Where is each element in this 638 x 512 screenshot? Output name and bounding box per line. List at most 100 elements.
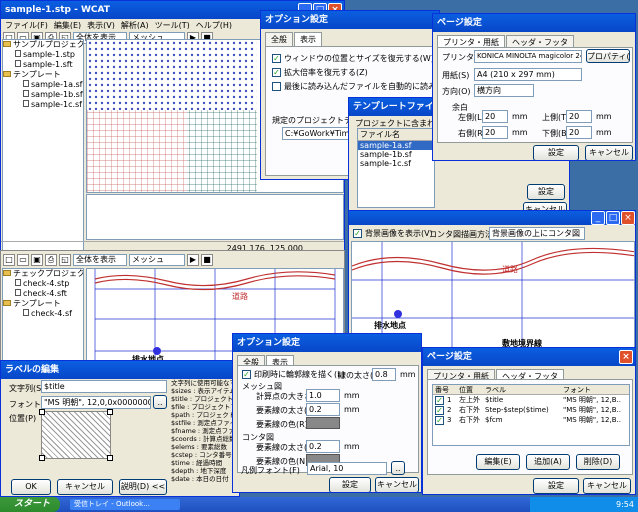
- page-titlebar[interactable]: ページ設定: [433, 14, 635, 32]
- restore-zoom-check[interactable]: ✓ 拡大倍率を復元する(Z): [272, 67, 368, 78]
- stop-icon[interactable]: ■: [201, 254, 213, 266]
- taskbar-item[interactable]: 受信トレイ - Outlook...: [70, 499, 180, 510]
- check-tree[interactable]: チェックプロジェクト check-4.stp check-4.sft テンプレー…: [2, 268, 84, 364]
- label-title: ラベルの編集: [5, 365, 60, 375]
- delete-button[interactable]: 削除(D): [576, 454, 620, 470]
- set-button[interactable]: 設定: [329, 477, 371, 492]
- table-row[interactable]: ✓ 2 右下外 Step-$step($time) "MS 明朝", 12,B..: [433, 405, 629, 415]
- option-titlebar[interactable]: オプション設定: [261, 11, 439, 29]
- restore-window-check[interactable]: ✓ ウィンドウの位置とサイズを復元する(W): [272, 53, 434, 64]
- mm-label: mm: [344, 391, 360, 400]
- var-item: $time : 経過時間: [171, 459, 223, 467]
- edit-button[interactable]: 編集(E): [476, 454, 520, 470]
- autoload-check[interactable]: 最後に読み込んだファイルを自動的に読み込む(F): [272, 81, 439, 92]
- set-button[interactable]: 設定: [533, 145, 579, 160]
- close-icon[interactable]: ×: [619, 350, 633, 364]
- option2-titlebar[interactable]: オプション設定: [233, 334, 421, 352]
- tree-file[interactable]: check-4.stp: [3, 279, 83, 289]
- var-item: $depth : 地下深度: [171, 467, 227, 475]
- font-browse-button[interactable]: ..: [391, 461, 405, 475]
- label-titlebar[interactable]: ラベルの編集: [1, 361, 239, 379]
- maximize-icon[interactable]: □: [606, 211, 620, 225]
- contour-method-select[interactable]: 背景画像の上にコンタ図: [489, 227, 585, 240]
- preview-icon[interactable]: ◱: [59, 254, 71, 266]
- check-toolbar: □ ▭ ▣ ⎙ ◱ 全体を表示 メッシュ ▶ ■: [1, 251, 344, 269]
- cancel-button[interactable]: キャンセル: [583, 478, 631, 494]
- add-button[interactable]: 追加(A): [526, 454, 570, 470]
- tree-file[interactable]: sample-1c.sf: [3, 100, 83, 110]
- option-dialog-2: オプション設定 全般 表示 ✓ 印刷時に輪郭線を描く(L) 線の太さ(T) 0.8 …: [232, 333, 422, 493]
- top-input[interactable]: 20: [566, 110, 592, 123]
- bottom-input[interactable]: 20: [566, 126, 592, 139]
- print-outline-check[interactable]: ✓ 印刷時に輪郭線を描く(L): [242, 369, 345, 380]
- view-select[interactable]: 全体を表示: [73, 254, 127, 266]
- page2-titlebar[interactable]: ページ設定 ×: [423, 348, 635, 366]
- tree-file[interactable]: check-4.sf: [3, 309, 83, 319]
- cancel-button[interactable]: キャンセル: [57, 479, 113, 495]
- page-setup-dialog-2: ページ設定 × プリンタ・用紙 ヘッダ・フッタ 番号 位置 ラベル フォント ✓ 1 左上外…: [422, 347, 636, 495]
- cancel-button[interactable]: キャンセル: [375, 477, 419, 492]
- close-icon[interactable]: ×: [621, 211, 635, 225]
- play-icon[interactable]: ▶: [187, 254, 199, 266]
- contour-width-input[interactable]: 0.2: [306, 440, 340, 453]
- mesh-color-label: 要素線の色(R): [256, 420, 308, 429]
- set-button[interactable]: 設定: [527, 184, 565, 200]
- tab-general[interactable]: 全般: [265, 32, 293, 46]
- tree-file[interactable]: sample-1.stp: [3, 50, 83, 60]
- table-header: 番号 位置 ラベル フォント: [433, 385, 629, 395]
- cancel-button[interactable]: キャンセル: [585, 145, 633, 160]
- show-bg-check[interactable]: ✓ 背景画像を表示(V): [353, 228, 433, 239]
- set-button[interactable]: 設定: [533, 478, 579, 494]
- minimize-icon[interactable]: _: [591, 211, 605, 225]
- calc-point-input[interactable]: 1.0: [306, 389, 340, 402]
- tree-template[interactable]: テンプレート: [3, 70, 83, 80]
- taskbar: スタート 受信トレイ - Outlook... 9:54: [0, 497, 638, 512]
- new-icon[interactable]: □: [3, 254, 15, 266]
- position-picker[interactable]: [39, 409, 113, 461]
- open-icon[interactable]: ▭: [17, 254, 29, 266]
- tree-file[interactable]: sample-1b.sf: [3, 90, 83, 100]
- text-input[interactable]: $title: [41, 380, 167, 393]
- template-row[interactable]: sample-1c.sf: [358, 159, 434, 168]
- orientation-select[interactable]: 横方向: [474, 84, 534, 97]
- legend-font-label: 凡例フォント(F): [241, 466, 300, 475]
- template-list[interactable]: ファイル名 sample-1a.sf sample-1b.sf sample-1…: [357, 128, 435, 208]
- left-input[interactable]: 20: [482, 110, 508, 123]
- properties-button[interactable]: プロパティ(I)...: [586, 49, 630, 63]
- tree-project[interactable]: チェックプロジェクト: [3, 269, 83, 279]
- line-width-input[interactable]: 0.8: [372, 368, 396, 381]
- mesh-color-swatch[interactable]: [306, 417, 340, 429]
- legend-font-input[interactable]: Arial, 10: [307, 462, 387, 475]
- option2-pane: ✓ 印刷時に輪郭線を描く(L) 線の太さ(T) 0.8 mm メッシュ図 計算点の…: [237, 365, 419, 473]
- mesh-width-input[interactable]: 0.2: [306, 403, 340, 416]
- tab-display[interactable]: 表示: [294, 32, 322, 46]
- left-label: 左側(L): [458, 113, 485, 122]
- label-table: 番号 位置 ラベル フォント ✓ 1 左上外 $title "MS 明朝", 12,B.. ✓…: [432, 384, 630, 446]
- tree-file[interactable]: check-4.sft: [3, 289, 83, 299]
- vars-panel: 文字列に使用可能なマ $sizes : 表示アイテム $title : プロジェク…: [171, 379, 239, 495]
- start-button[interactable]: スタート: [0, 497, 60, 512]
- paper-select[interactable]: A4 (210 x 297 mm): [474, 68, 582, 81]
- right-input[interactable]: 20: [482, 126, 508, 139]
- tree-file[interactable]: sample-1.sft: [3, 60, 83, 70]
- print-icon[interactable]: ⎙: [45, 254, 57, 266]
- option2-title: オプション設定: [237, 338, 301, 348]
- save-icon[interactable]: ▣: [31, 254, 43, 266]
- font-browse-button[interactable]: ..: [153, 395, 167, 409]
- mesh-select[interactable]: メッシュ: [129, 254, 185, 266]
- tree-template[interactable]: テンプレート: [3, 299, 83, 309]
- var-item: $sizes : 表示アイテム: [171, 387, 236, 395]
- table-row[interactable]: ✓ 1 左上外 $title "MS 明朝", 12,B..: [433, 395, 629, 405]
- ok-button[interactable]: OK: [11, 479, 51, 495]
- font-input[interactable]: "MS 明朝", 12,0,0x00000000: [41, 396, 151, 409]
- tree-project[interactable]: サンプルプロジェクト1: [3, 40, 83, 50]
- project-tree[interactable]: サンプルプロジェクト1 sample-1.stp sample-1.sft テン…: [2, 39, 84, 257]
- printer-select[interactable]: KONICA MINOLTA magicolor 2490MF: [474, 50, 582, 63]
- main-output-pane: [86, 194, 344, 240]
- description-button[interactable]: 説明(D) <<: [119, 479, 167, 495]
- table-row[interactable]: ✓ 3 右下外 $fcm "MS 明朝", 12,B..: [433, 415, 629, 425]
- var-item: $coords : 計算点総数: [171, 435, 236, 443]
- tree-file[interactable]: sample-1a.sf: [3, 80, 83, 90]
- template-row[interactable]: sample-1a.sf: [358, 141, 434, 150]
- template-row[interactable]: sample-1b.sf: [358, 150, 434, 159]
